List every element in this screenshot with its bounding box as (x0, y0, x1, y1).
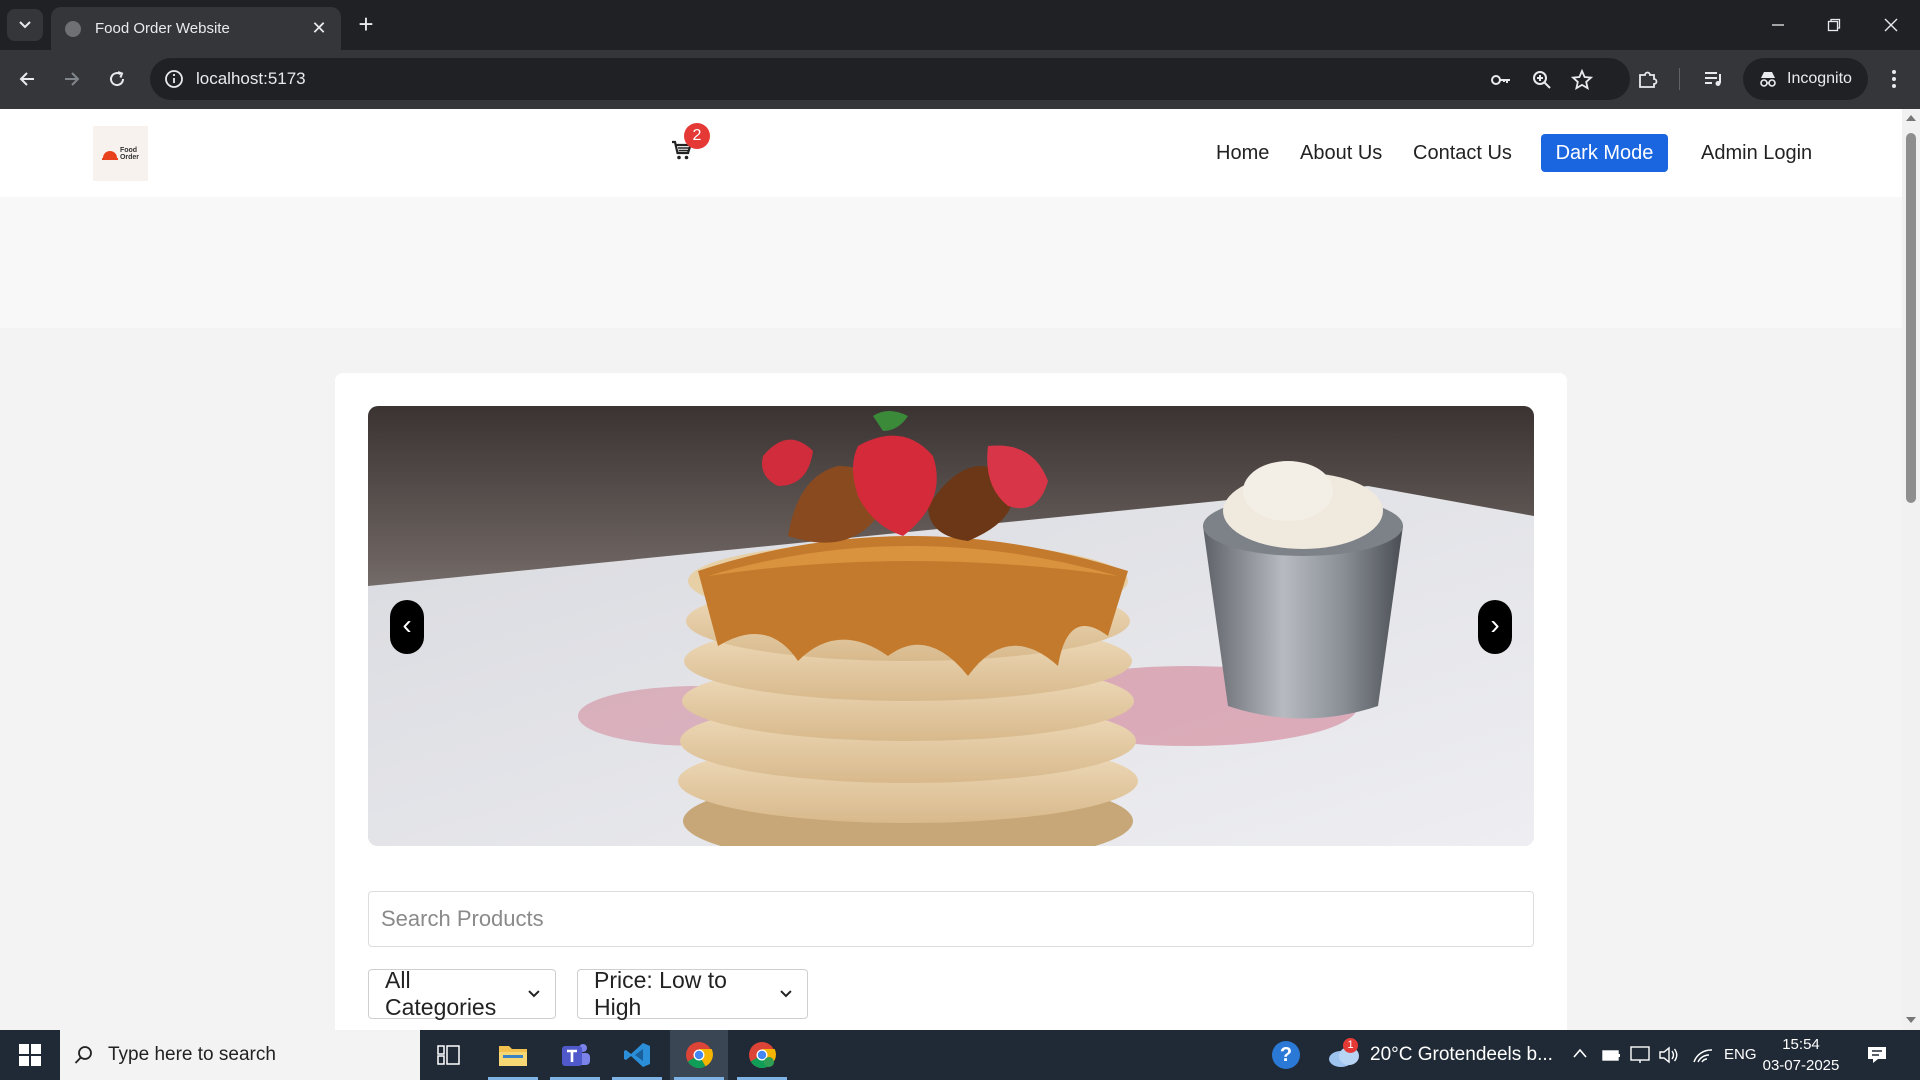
folder-icon (499, 1046, 527, 1066)
taskbar-search-placeholder: Type here to search (108, 1044, 276, 1065)
speaker-icon[interactable] (1658, 1045, 1680, 1065)
nav-link-admin-login[interactable]: Admin Login (1701, 142, 1812, 165)
page-viewport: Food Order 2 Home About Us Contact Us Da… (0, 109, 1902, 1030)
info-icon[interactable] (164, 69, 184, 89)
notifications-icon[interactable] (1866, 1045, 1888, 1065)
taskbar-chrome-active[interactable] (670, 1030, 728, 1080)
site-navbar: Food Order 2 Home About Us Contact Us Da… (0, 109, 1902, 197)
logo-text-food: Food (119, 146, 138, 154)
food-logo-icon (101, 150, 118, 160)
new-tab-button[interactable]: + (352, 10, 380, 38)
scroll-down-arrow-icon[interactable] (1906, 1017, 1916, 1023)
taskbar-clock[interactable]: 15:54 03-07-2025 (1762, 1034, 1840, 1076)
tab-search-button[interactable] (7, 9, 43, 41)
puzzle-icon (1639, 71, 1658, 88)
chrome-icon (686, 1042, 713, 1069)
toolbar-divider (1679, 68, 1680, 90)
chevron-down-icon (780, 990, 792, 998)
image-carousel: ‹ › (368, 406, 1534, 846)
taskbar-chrome-profile[interactable] (733, 1030, 791, 1080)
restore-icon (1827, 18, 1841, 32)
url-text: localhost:5173 (196, 69, 306, 88)
restore-button[interactable] (1814, 10, 1854, 40)
sort-select-value: Price: Low to High (594, 967, 727, 1020)
search-products-input[interactable] (368, 891, 1534, 947)
browser-tab-bar: Food Order Website ✕ + (0, 0, 1920, 50)
reload-button[interactable] (102, 64, 132, 94)
arrow-right-icon (65, 72, 80, 86)
pancake-photo (368, 406, 1534, 846)
tab-title: Food Order Website (95, 20, 230, 37)
hero-banner (0, 197, 1902, 328)
active-tab[interactable]: Food Order Website ✕ (51, 7, 341, 50)
playlist-icon (1705, 72, 1721, 86)
media-control-button[interactable] (1700, 65, 1728, 93)
close-icon (1884, 18, 1898, 32)
nav-link-about[interactable]: About Us (1300, 142, 1382, 165)
battery-icon[interactable] (1601, 1046, 1621, 1064)
search-icon (74, 1046, 92, 1064)
close-window-button[interactable] (1871, 10, 1911, 40)
incognito-icon (1760, 72, 1776, 87)
chevron-up-icon[interactable] (1572, 1047, 1588, 1059)
globe-icon (65, 20, 81, 37)
weather-text[interactable]: 20°C Grotendeels b... (1370, 1044, 1553, 1066)
help-icon[interactable]: ? (1272, 1041, 1300, 1069)
category-select-value: All Categories (385, 967, 497, 1020)
windows-logo-icon (19, 1044, 41, 1066)
profile-label: Incognito (1787, 70, 1852, 87)
sort-select[interactable]: Price: Low to High (577, 967, 808, 1020)
clock-date: 03-07-2025 (1762, 1057, 1840, 1074)
chrome-profile-icon (749, 1042, 776, 1069)
chevron-down-icon (19, 21, 31, 29)
extensions-button[interactable] (1634, 65, 1662, 93)
language-indicator[interactable]: ENG (1724, 1046, 1757, 1063)
teams-icon (562, 1044, 590, 1066)
carousel-prev-button[interactable]: ‹ (390, 600, 424, 654)
zoom-icon[interactable] (1530, 68, 1554, 92)
clock-time: 15:54 (1782, 1036, 1820, 1053)
windows-taskbar: Type here to search ? 1 20°C Grotendeels… (0, 1030, 1920, 1080)
forward-button[interactable] (57, 64, 87, 94)
password-key-icon[interactable] (1488, 68, 1512, 92)
scrollbar-thumb[interactable] (1906, 133, 1916, 503)
products-card: ‹ › All Categories Price: Low to High (335, 373, 1567, 1030)
dark-mode-button[interactable]: Dark Mode (1541, 134, 1668, 172)
task-view-icon (437, 1045, 460, 1065)
reload-icon (110, 71, 125, 87)
taskbar-file-explorer[interactable] (484, 1030, 542, 1080)
taskbar-vscode[interactable] (608, 1030, 666, 1080)
start-button[interactable] (0, 1030, 60, 1080)
kebab-menu-icon (1892, 70, 1896, 88)
site-logo[interactable]: Food Order (93, 126, 148, 181)
weather-alert-badge: 1 (1343, 1038, 1358, 1053)
browser-toolbar: localhost:5173 Incognito (0, 50, 1920, 109)
cart-count-badge: 2 (684, 123, 710, 149)
minimize-button[interactable] (1758, 10, 1798, 40)
wifi-icon[interactable] (1692, 1045, 1714, 1065)
carousel-next-button[interactable]: › (1478, 600, 1512, 654)
back-button[interactable] (12, 64, 42, 94)
nav-link-home[interactable]: Home (1216, 142, 1269, 165)
page-scrollbar[interactable] (1902, 109, 1920, 1030)
category-select[interactable]: All Categories (368, 967, 556, 1020)
arrow-left-icon (19, 72, 34, 86)
minimize-icon (1772, 24, 1784, 26)
close-tab-icon[interactable]: ✕ (309, 18, 329, 39)
task-view-button[interactable] (420, 1030, 478, 1080)
chevron-down-icon (528, 990, 540, 998)
bookmark-star-icon[interactable] (1570, 68, 1594, 92)
taskbar-search-box[interactable]: Type here to search (60, 1030, 420, 1080)
network-display-icon[interactable] (1630, 1045, 1652, 1065)
browser-menu-button[interactable] (1880, 65, 1908, 93)
taskbar-teams[interactable] (546, 1030, 604, 1080)
logo-text-order: Order (119, 153, 140, 161)
incognito-profile-button[interactable]: Incognito (1743, 58, 1868, 100)
address-bar[interactable]: localhost:5173 (150, 58, 1630, 100)
vscode-icon (624, 1043, 650, 1067)
scroll-up-arrow-icon[interactable] (1906, 115, 1916, 121)
nav-link-contact[interactable]: Contact Us (1413, 142, 1512, 165)
